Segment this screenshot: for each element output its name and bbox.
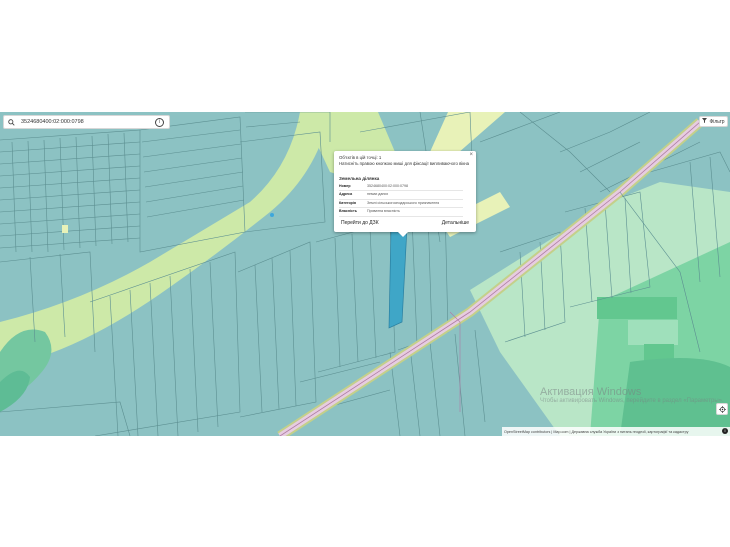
- attr-value: немає даних: [367, 190, 463, 200]
- meadow-band: [0, 112, 330, 367]
- parcel-attributes: Номер 3524680400:02:000:0798 Адреса нема…: [339, 183, 463, 217]
- go-to-dzk-link[interactable]: Перейти до ДЗК: [341, 220, 379, 226]
- attribution-text: OpenStreetMap contributors | Map.com | Д…: [504, 429, 689, 434]
- table-row: Адреса немає даних: [339, 190, 463, 200]
- attr-value: Приватна власність: [367, 207, 463, 217]
- search-bar[interactable]: i: [3, 115, 170, 129]
- filter-label: Фільтр: [709, 118, 725, 125]
- filter-icon: [702, 118, 708, 125]
- attr-value: 3524680400:02:000:0798: [367, 183, 463, 192]
- search-icon[interactable]: [8, 117, 18, 127]
- popup-section-title: Земельна ділянка: [339, 176, 380, 181]
- green-patch-2: [628, 320, 678, 345]
- attr-key: Адреса: [339, 190, 367, 200]
- table-row: Власність Приватна власність: [339, 207, 463, 217]
- map-attribution: OpenStreetMap contributors | Map.com | Д…: [502, 427, 730, 436]
- small-field: [62, 225, 68, 233]
- attr-key: Категорія: [339, 199, 367, 209]
- water-point: [270, 213, 274, 217]
- attr-key: Номер: [339, 183, 367, 192]
- details-link[interactable]: Детальніше: [442, 220, 469, 226]
- green-patch: [597, 297, 677, 319]
- attr-value: Землі сільськогосподарського призначення: [367, 199, 463, 209]
- selected-parcel: [388, 226, 408, 329]
- info-icon[interactable]: i: [155, 117, 164, 127]
- activation-watermark: Активация Windows Чтобы активировать Win…: [540, 386, 724, 405]
- watermark-title: Активация Windows: [540, 386, 642, 398]
- parcel-popup: × Об'єктів в цій точці: 1 Натисніть прав…: [334, 151, 476, 237]
- locate-button[interactable]: [716, 403, 728, 415]
- table-row: Номер 3524680400:02:000:0798: [339, 183, 463, 192]
- search-input[interactable]: [18, 117, 154, 127]
- attr-key: Власність: [339, 207, 367, 217]
- table-row: Категорія Землі сільськогосподарського п…: [339, 199, 463, 209]
- watermark-text: Чтобы активировать Windows, перейдите в …: [540, 398, 724, 404]
- info-icon[interactable]: i: [722, 428, 728, 434]
- close-icon[interactable]: ×: [469, 152, 473, 158]
- filter-button[interactable]: Фільтр: [699, 116, 728, 127]
- popup-actions: Перейти до ДЗК Детальніше: [339, 220, 471, 226]
- locate-icon: [718, 400, 726, 418]
- popup-hint: Натисніть правою кнопкою миші для фіксац…: [339, 161, 469, 166]
